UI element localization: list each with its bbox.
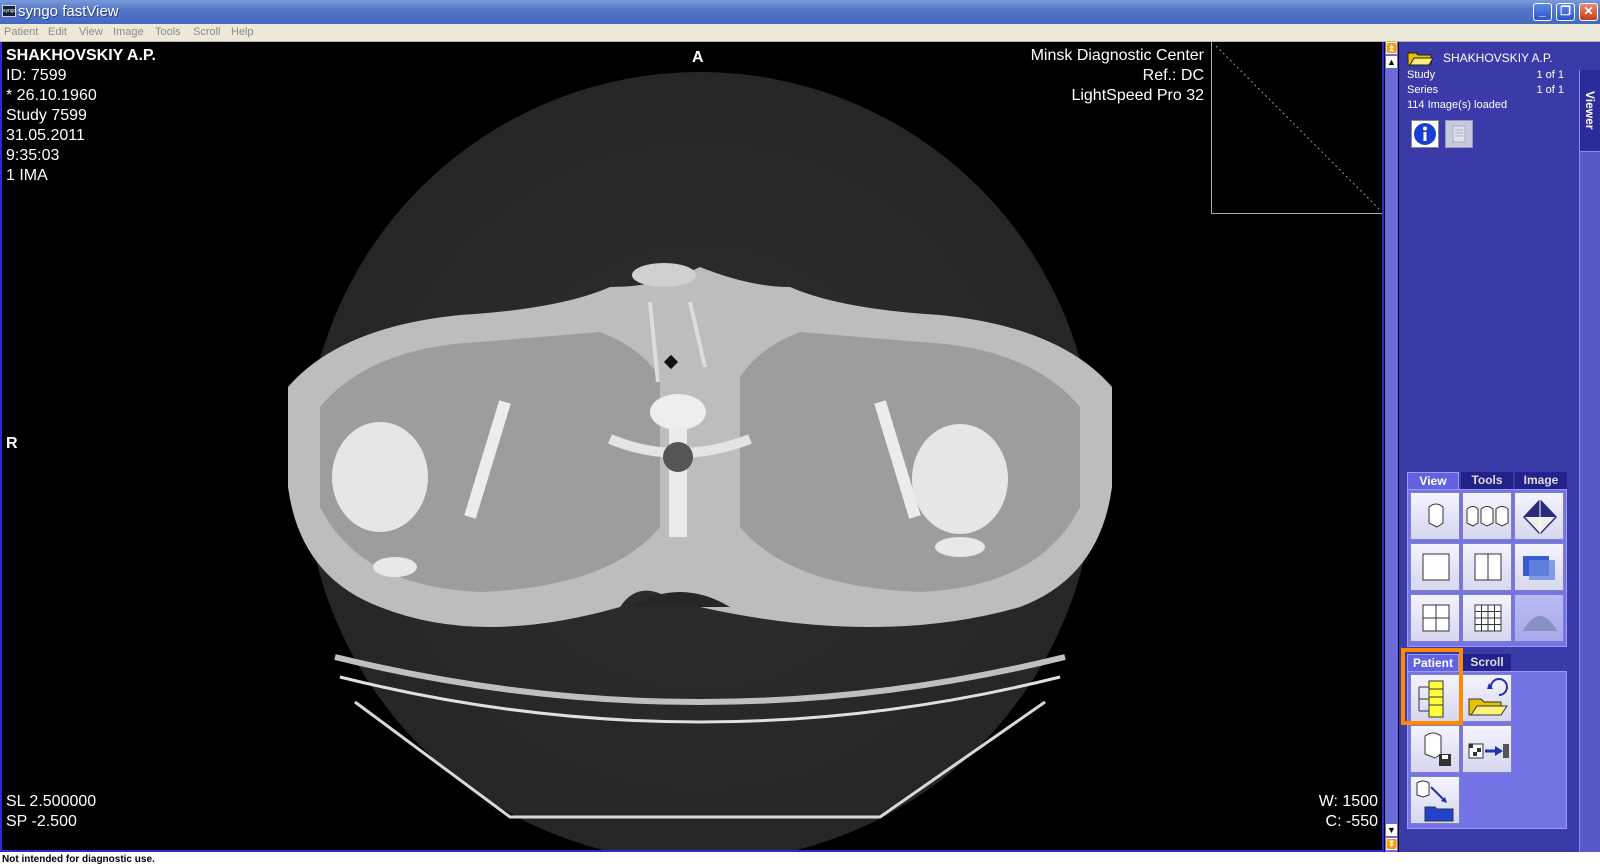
- layout-1x2-button[interactable]: [1462, 543, 1512, 591]
- images-loaded-label: 114 Image(s) loaded: [1407, 99, 1508, 111]
- info-icon: [1414, 123, 1436, 145]
- study-label: Study: [1407, 69, 1436, 81]
- window-title: syngo fastView: [18, 3, 119, 20]
- ct-scan-image: [288, 72, 1112, 850]
- menu-scroll[interactable]: Scroll: [193, 26, 221, 38]
- notes-icon: [1452, 125, 1466, 143]
- import-button[interactable]: [1410, 776, 1460, 824]
- slice-position-overlay: SP -2.500: [6, 813, 77, 830]
- scroll-down-icon[interactable]: ▼: [1386, 824, 1397, 836]
- close-button[interactable]: ✕: [1579, 3, 1598, 21]
- layout-1x1-icon: [1422, 553, 1450, 581]
- menu-help[interactable]: Help: [231, 26, 254, 38]
- mpr-button[interactable]: [1514, 594, 1564, 642]
- orientation-anterior: A: [692, 49, 704, 66]
- layout-1x1-button[interactable]: [1410, 543, 1460, 591]
- layout-grid-button[interactable]: [1462, 594, 1512, 642]
- import-folder-icon: [1416, 780, 1454, 822]
- menu-patient[interactable]: Patient: [4, 26, 38, 38]
- title-bar: syngo syngo fastView _ ❐ ✕: [0, 0, 1600, 24]
- save-image-button[interactable]: [1410, 725, 1460, 773]
- app-logo-icon: syngo: [2, 5, 16, 17]
- notes-button[interactable]: [1445, 120, 1473, 148]
- status-bar: Not intended for diagnostic use.: [0, 852, 1600, 868]
- menu-tools[interactable]: Tools: [155, 26, 181, 38]
- refresh-folder-icon: [1468, 678, 1508, 716]
- minimize-button[interactable]: _: [1533, 3, 1552, 21]
- head-icon: [1428, 503, 1444, 528]
- view-tool-grid: [1407, 489, 1567, 647]
- patient-name-overlay: SHAKHOVSKIY A.P.: [6, 47, 156, 64]
- window-center-overlay: C: -550: [1325, 813, 1378, 830]
- image-scrollbar[interactable]: ⏫ ▲ ▼ ⏬: [1384, 42, 1398, 852]
- tab-view[interactable]: View: [1407, 472, 1459, 489]
- birthdate-overlay: * 26.10.1960: [6, 87, 97, 104]
- tab-scroll[interactable]: Scroll: [1463, 654, 1511, 671]
- slice-thickness-overlay: SL 2.500000: [6, 793, 97, 810]
- referrer-overlay: Ref.: DC: [1142, 67, 1204, 84]
- layout-grid-icon: [1474, 604, 1502, 632]
- heads-icon: [1466, 506, 1509, 527]
- orientation-right: R: [6, 435, 18, 452]
- study-value: 1 of 1: [1536, 69, 1564, 81]
- window-width-overlay: W: 1500: [1318, 793, 1378, 810]
- cube-3d-icon: [1523, 499, 1557, 535]
- status-text: Not intended for diagnostic use.: [2, 854, 155, 865]
- image-number-overlay: 1 IMA: [6, 167, 48, 184]
- image-viewer[interactable]: SHAKHOVSKIY A.P. ID: 7599 * 26.10.1960 S…: [0, 42, 1384, 852]
- save-head-icon: [1424, 732, 1451, 766]
- mpr-icon: [1523, 616, 1557, 631]
- highlight-box: [1401, 648, 1463, 725]
- stack-view-button[interactable]: [1514, 543, 1564, 591]
- scroll-first-icon[interactable]: ⏫: [1386, 42, 1397, 54]
- series-label: Series: [1407, 84, 1439, 96]
- tab-tools[interactable]: Tools: [1461, 472, 1513, 489]
- menu-image[interactable]: Image: [113, 26, 144, 38]
- stack-icon: [1523, 556, 1555, 580]
- patient-id-overlay: ID: 7599: [6, 67, 67, 84]
- scanner-overlay: LightSpeed Pro 32: [1071, 87, 1204, 104]
- layout-2x2-button[interactable]: [1410, 594, 1460, 642]
- export-button[interactable]: [1462, 725, 1512, 773]
- scroll-up-icon[interactable]: ▲: [1386, 56, 1397, 68]
- view-tabs: View Tools Image: [1407, 472, 1567, 489]
- export-icon: [1468, 743, 1509, 759]
- patient-name-label: SHAKHOVSKIY A.P.: [1443, 51, 1553, 65]
- tab-image[interactable]: Image: [1515, 472, 1567, 489]
- menu-bar: Patient Edit View Image Tools Scroll Hel…: [0, 24, 1600, 42]
- date-overlay: 31.05.2011: [6, 127, 85, 144]
- series-value: 1 of 1: [1536, 84, 1564, 96]
- layout-2x2-icon: [1422, 604, 1450, 632]
- layout-1x2-icon: [1474, 553, 1502, 581]
- side-tab-strip: [1579, 152, 1600, 852]
- folder-icon: [1407, 52, 1433, 66]
- reload-folder-button[interactable]: [1462, 674, 1512, 722]
- single-image-button[interactable]: [1410, 492, 1460, 540]
- institution-overlay: Minsk Diagnostic Center: [1030, 47, 1204, 64]
- maximize-button[interactable]: ❐: [1556, 3, 1575, 21]
- menu-edit[interactable]: Edit: [48, 26, 67, 38]
- control-panel: SHAKHOVSKIY A.P. Study 1 of 1 Series 1 o…: [1398, 42, 1600, 852]
- scroll-last-icon[interactable]: ⏬: [1386, 838, 1397, 850]
- menu-view[interactable]: View: [79, 26, 103, 38]
- info-button[interactable]: [1411, 120, 1439, 148]
- study-overlay: Study 7599: [6, 107, 87, 124]
- time-overlay: 9:35:03: [6, 147, 60, 164]
- viewer-side-tab[interactable]: Viewer: [1579, 70, 1600, 152]
- 3d-view-button[interactable]: [1514, 492, 1564, 540]
- multi-image-button[interactable]: [1462, 492, 1512, 540]
- reference-image-box[interactable]: [1211, 42, 1383, 214]
